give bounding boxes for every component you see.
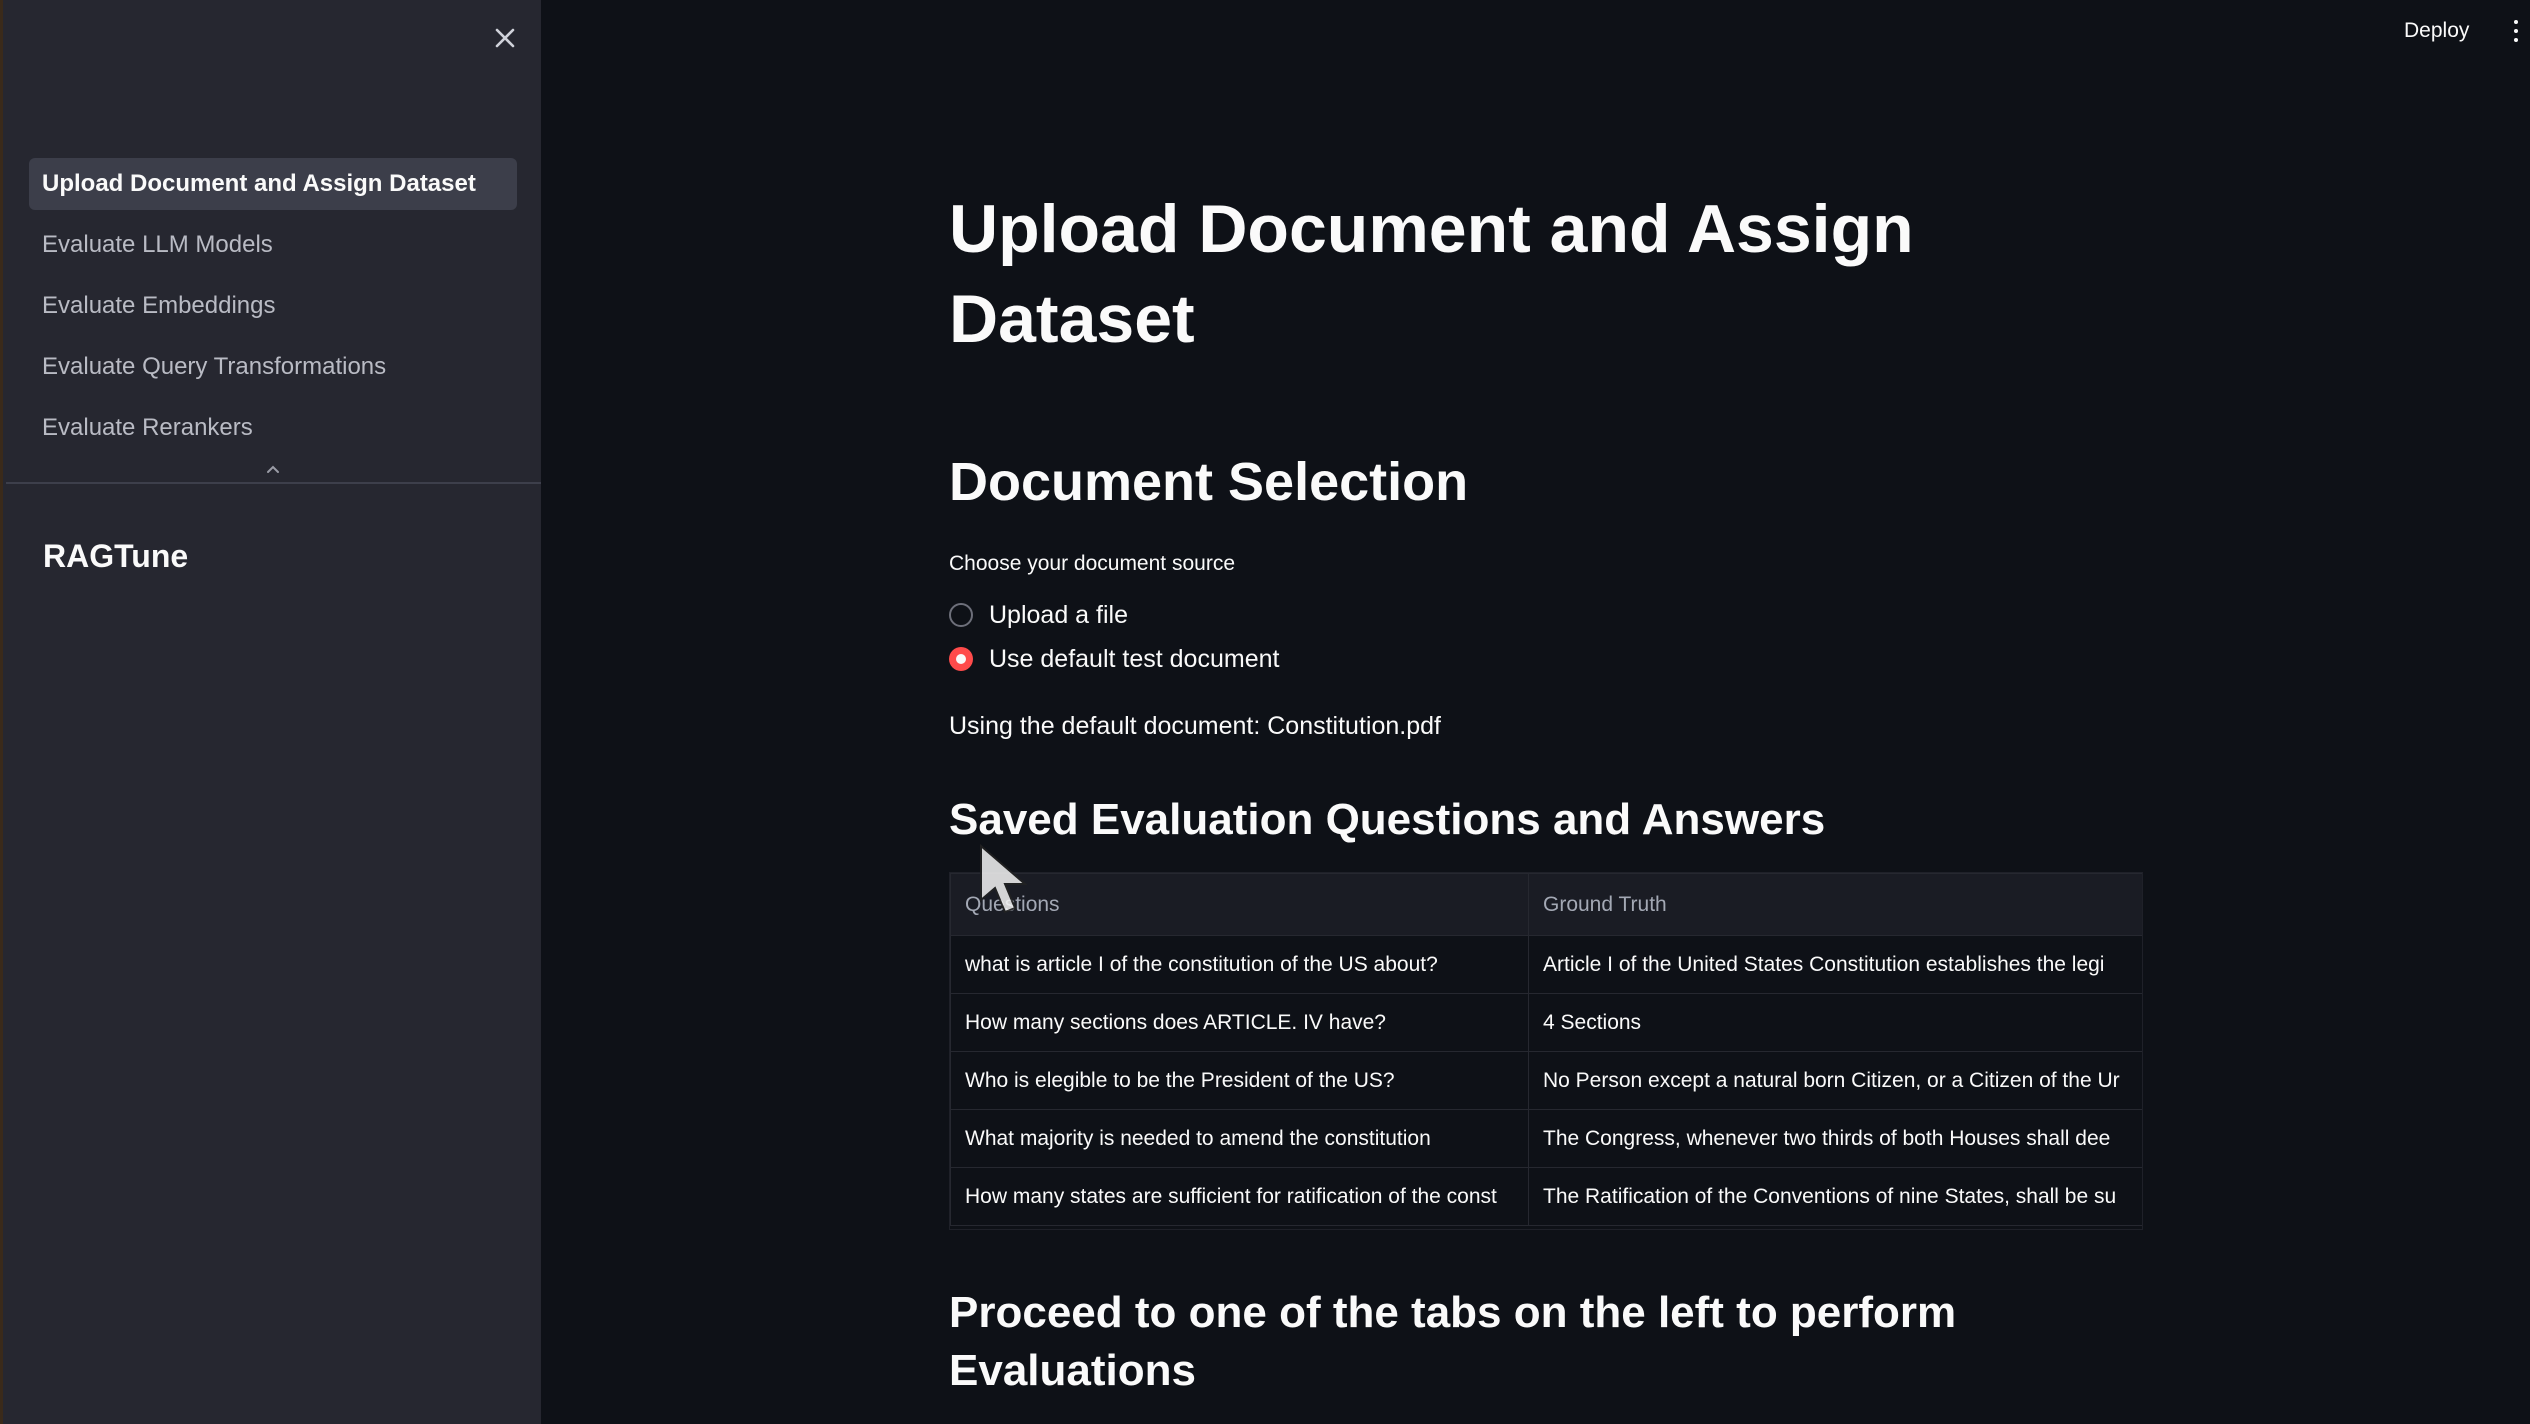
radio-unchecked-icon: [949, 603, 973, 627]
sidebar-item-evaluate-embeddings[interactable]: Evaluate Embeddings: [29, 280, 517, 332]
table-header-row: Questions Ground Truth: [950, 873, 2142, 936]
table-cell-question[interactable]: What majority is needed to amend the con…: [950, 1109, 1529, 1168]
table-row: Who is elegible to be the President of t…: [950, 1051, 2142, 1110]
table-cell-ground-truth[interactable]: No Person except a natural born Citizen,…: [1528, 1051, 2142, 1110]
sidebar-item-label: Evaluate Query Transformations: [42, 353, 387, 380]
chevron-up-icon: [267, 465, 279, 473]
proceed-instructions: Proceed to one of the tabs on the left t…: [949, 1288, 1957, 1395]
sidebar-item-upload-document[interactable]: Upload Document and Assign Dataset: [29, 158, 517, 210]
page-title: Upload Document and Assign Dataset: [949, 191, 1914, 357]
table-cell-ground-truth[interactable]: The Congress, whenever two thirds of bot…: [1528, 1109, 2142, 1168]
document-source-radio-group: Upload a file Use default test document: [949, 596, 1279, 684]
sidebar-nav: Upload Document and Assign Dataset Evalu…: [29, 158, 517, 463]
table-row: How many states are sufficient for ratif…: [950, 1167, 2142, 1226]
table-row: what is article I of the constitution of…: [950, 935, 2142, 994]
radio-upload-file[interactable]: Upload a file: [949, 596, 1279, 634]
deploy-button[interactable]: Deploy: [2392, 14, 2481, 48]
column-header-questions[interactable]: Questions: [950, 873, 1529, 936]
radio-option-label: Use default test document: [989, 644, 1280, 673]
more-vertical-icon: [2514, 20, 2518, 24]
sidebar-item-label: Upload Document and Assign Dataset: [42, 170, 476, 197]
radio-option-label: Upload a file: [989, 600, 1128, 629]
main-menu-button[interactable]: [2508, 14, 2524, 48]
table-cell-ground-truth[interactable]: 4 Sections: [1528, 993, 2142, 1052]
collapse-nav-button[interactable]: [263, 462, 283, 476]
close-icon: [495, 28, 515, 48]
sidebar-item-label: Evaluate LLM Models: [42, 231, 273, 258]
table-cell-question[interactable]: what is article I of the constitution of…: [950, 935, 1529, 994]
table-row: What majority is needed to amend the con…: [950, 1109, 2142, 1168]
table-cell-ground-truth[interactable]: The Ratification of the Conventions of n…: [1528, 1167, 2142, 1226]
default-document-info: Using the default document: Constitution…: [949, 712, 1441, 740]
radio-group-label: Choose your document source: [949, 552, 1235, 575]
table-cell-question[interactable]: How many states are sufficient for ratif…: [950, 1167, 1529, 1226]
close-sidebar-button[interactable]: [481, 14, 529, 62]
sidebar-item-evaluate-llm-models[interactable]: Evaluate LLM Models: [29, 219, 517, 271]
evaluation-table[interactable]: Questions Ground Truth what is article I…: [949, 872, 2143, 1230]
sidebar-divider: [6, 482, 541, 484]
section-title: Document Selection: [949, 452, 1469, 512]
sidebar-item-label: Evaluate Rerankers: [42, 414, 253, 441]
app-window: Upload Document and Assign Dataset Evalu…: [0, 0, 2530, 1424]
sidebar: Upload Document and Assign Dataset Evalu…: [0, 0, 541, 1424]
table-cell-question[interactable]: How many sections does ARTICLE. IV have?: [950, 993, 1529, 1052]
table-row: How many sections does ARTICLE. IV have?…: [950, 993, 2142, 1052]
radio-checked-icon: [949, 647, 973, 671]
sidebar-item-evaluate-query-transformations[interactable]: Evaluate Query Transformations: [29, 341, 517, 393]
sidebar-item-label: Evaluate Embeddings: [42, 292, 276, 319]
table-cell-question[interactable]: Who is elegible to be the President of t…: [950, 1051, 1529, 1110]
table-cell-ground-truth[interactable]: Article I of the United States Constitut…: [1528, 935, 2142, 994]
sidebar-item-evaluate-rerankers[interactable]: Evaluate Rerankers: [29, 402, 517, 454]
app-brand: RAGTune: [43, 538, 189, 574]
radio-default-document[interactable]: Use default test document: [949, 640, 1279, 678]
column-header-ground-truth[interactable]: Ground Truth: [1528, 873, 2142, 936]
subsection-title: Saved Evaluation Questions and Answers: [949, 795, 1826, 844]
